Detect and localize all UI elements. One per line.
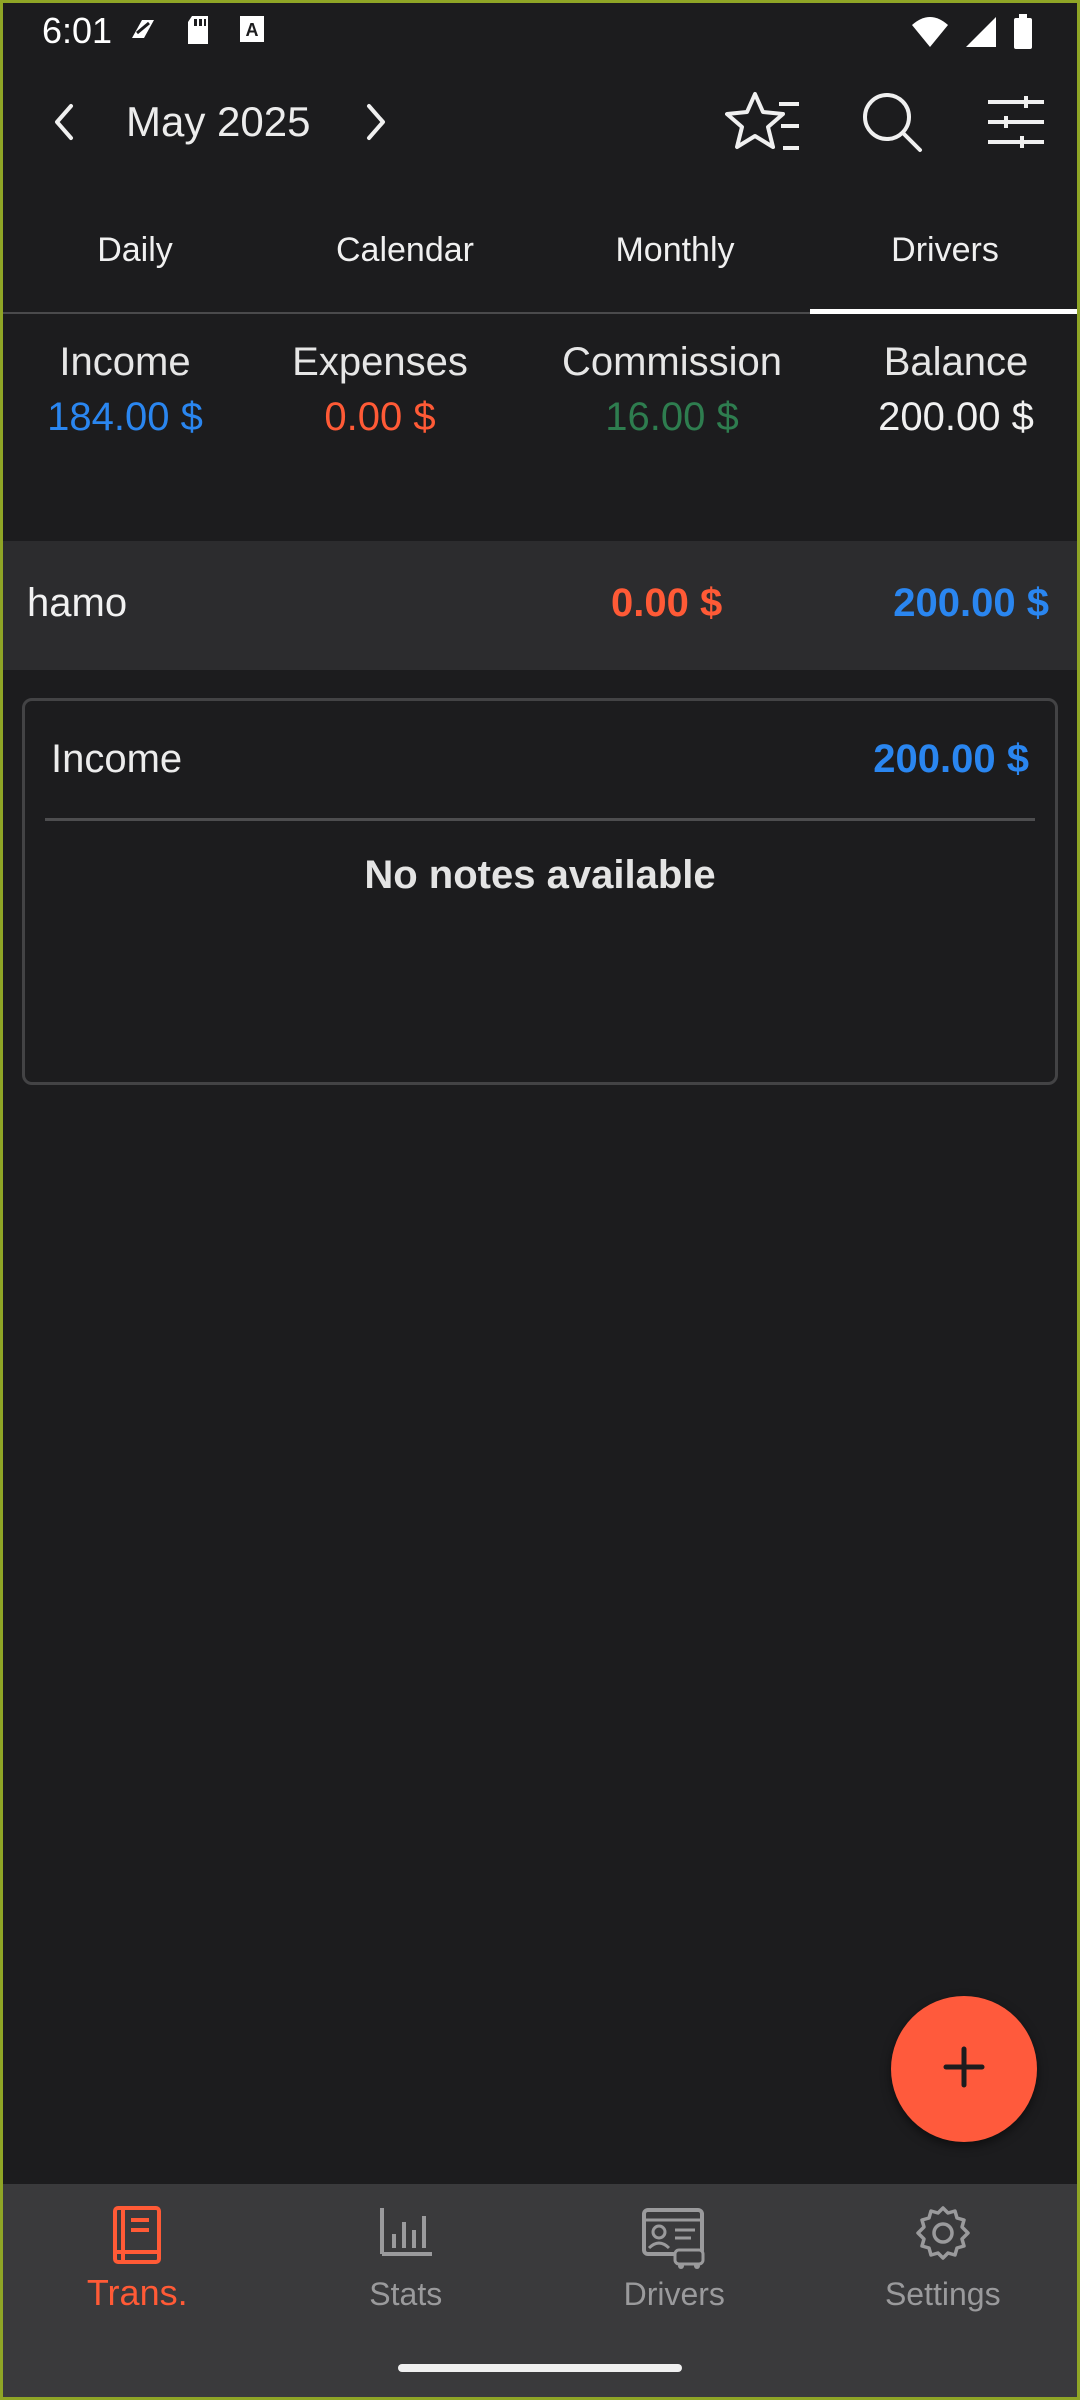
balance-summary: Balance 200.00 $ [846, 340, 1066, 440]
tab-drivers[interactable]: Drivers [810, 192, 1080, 314]
driver-name: hamo [27, 581, 128, 625]
wifi-icon [910, 15, 950, 54]
book-icon [109, 2204, 165, 2271]
status-bar: 6:01 A [0, 0, 1080, 62]
driver-expenses: 0.00 $ [611, 581, 723, 625]
previous-month-button[interactable] [36, 92, 92, 156]
card-divider [45, 818, 1035, 821]
star-list-icon [725, 90, 801, 159]
chevron-left-icon [49, 102, 79, 147]
view-tabs: Daily Calendar Monthly Drivers [0, 192, 1080, 314]
card-title: Income [51, 737, 183, 781]
income-value: 184.00 $ [47, 395, 203, 439]
battery-icon [1012, 14, 1034, 55]
tab-monthly[interactable]: Monthly [540, 192, 810, 312]
nav-trans[interactable]: Trans. [3, 2184, 272, 2397]
nav-label-settings: Settings [884, 2276, 1001, 2312]
status-time: 6:01 [42, 10, 113, 51]
card-note: No notes available [364, 853, 716, 897]
nav-label-drivers: Drivers [623, 2276, 725, 2312]
add-transaction-button[interactable] [891, 1996, 1037, 2142]
driver-income: 200.00 $ [893, 581, 1049, 625]
balance-value: 200.00 $ [878, 395, 1034, 439]
nav-label-trans: Trans. [86, 2272, 188, 2313]
expenses-value: 0.00 $ [324, 395, 436, 439]
summary-bar: Income 184.00 $ Expenses 0.00 $ Commissi… [0, 340, 1080, 470]
cell-signal-icon [964, 15, 998, 54]
search-icon [860, 90, 924, 159]
nfc-icon [128, 14, 158, 51]
expenses-label: Expenses [292, 340, 468, 384]
balance-label: Balance [883, 340, 1029, 384]
chevron-right-icon [361, 102, 391, 147]
home-indicator[interactable] [398, 2364, 682, 2372]
gear-icon [914, 2204, 972, 2267]
tab-calendar[interactable]: Calendar [270, 192, 540, 312]
driver-id-icon [641, 2204, 707, 2275]
month-label[interactable]: May 2025 [126, 98, 310, 146]
nav-settings[interactable]: Settings [809, 2184, 1078, 2397]
sliders-icon [986, 94, 1046, 155]
commission-summary: Commission 16.00 $ [530, 340, 814, 440]
nav-label-stats: Stats [369, 2276, 443, 2312]
driver-row[interactable]: hamo 0.00 $ 200.00 $ [3, 541, 1077, 670]
search-button[interactable] [852, 86, 932, 162]
tab-daily[interactable]: Daily [0, 192, 270, 312]
expenses-summary: Expenses 0.00 $ [270, 340, 490, 440]
commission-label: Commission [561, 340, 783, 384]
card-value: 200.00 $ [873, 737, 1029, 781]
next-month-button[interactable] [348, 92, 404, 156]
bar-chart-icon [378, 2204, 434, 2265]
income-label: Income [59, 340, 191, 384]
filter-button[interactable] [976, 86, 1056, 162]
favorites-button[interactable] [720, 86, 806, 162]
commission-value: 16.00 $ [605, 395, 739, 439]
transaction-card[interactable]: Income 200.00 $ No notes available [22, 698, 1058, 1085]
a-box-icon: A [238, 14, 266, 51]
app-header: May 2025 [0, 62, 1080, 192]
sd-card-icon [184, 14, 212, 51]
plus-icon [942, 2045, 986, 2094]
income-summary: Income 184.00 $ [20, 340, 230, 440]
svg-text:A: A [246, 20, 259, 40]
